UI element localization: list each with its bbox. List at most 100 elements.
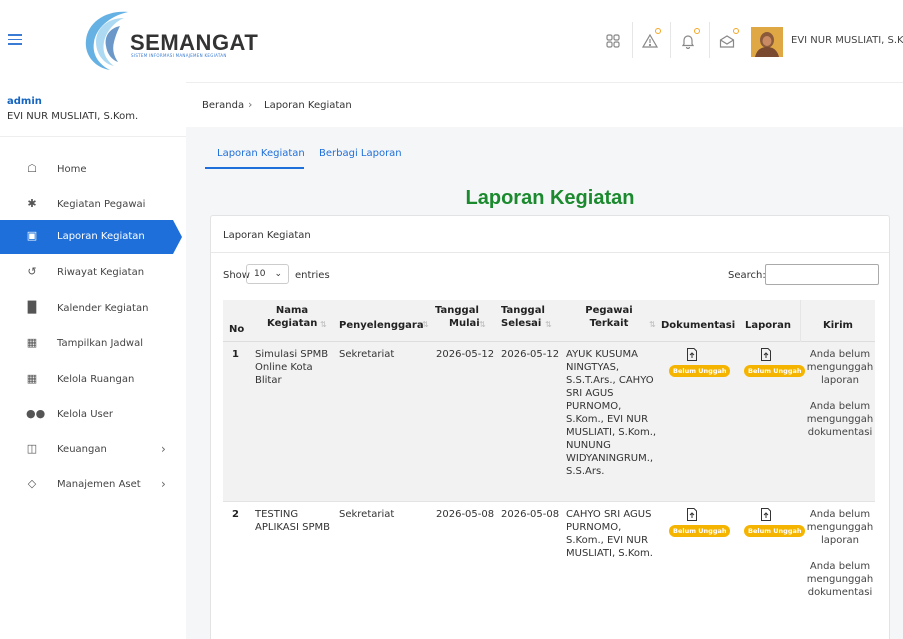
avatar[interactable] xyxy=(751,27,783,57)
cell-line: CAHYO SRI AGUS xyxy=(566,509,652,520)
header-username[interactable]: EVI NUR MUSLIATI, S.Kom xyxy=(791,35,903,46)
cell-line: Blitar xyxy=(255,375,282,386)
sidebar-item-home[interactable]: ☖ Home xyxy=(0,153,186,187)
search-label: Search: xyxy=(728,270,766,281)
cell-nama: Simulasi SPMB Online Kota Blitar xyxy=(255,348,328,387)
alert-icon[interactable] xyxy=(642,33,658,49)
cell-line: NUNUNG xyxy=(566,440,611,451)
cell-kirim: Anda belum mengunggah laporan Anda belum… xyxy=(801,348,879,439)
bell-badge-dot xyxy=(694,28,700,34)
chevron-right-icon: › xyxy=(248,98,253,111)
cell-pegawai: CAHYO SRI AGUS PURNOMO, S.Kom., EVI NUR … xyxy=(566,508,653,560)
building-icon: █ xyxy=(27,301,37,314)
header-divider xyxy=(632,22,633,58)
th-dokumentasi: Dokumentasi xyxy=(661,320,736,331)
cell-penyelenggara: Sekretariat xyxy=(339,509,395,520)
search-input[interactable] xyxy=(765,264,879,285)
th-selesai-line1[interactable]: Tanggal xyxy=(501,305,545,317)
table-row: 1 Simulasi SPMB Online Kota Blitar Sekre… xyxy=(223,342,875,502)
th-selesai-line2[interactable]: Selesai xyxy=(501,318,541,330)
dokumentasi-status-badge: Belum Unggah xyxy=(669,525,731,537)
cell-line: mengunggah xyxy=(806,522,874,533)
semangat-logo-icon xyxy=(85,11,128,70)
cell-line: S.S.Ars. xyxy=(566,466,605,477)
upload-file-icon[interactable] xyxy=(686,508,698,521)
upload-file-icon[interactable] xyxy=(686,348,698,361)
upload-file-icon[interactable] xyxy=(760,508,772,521)
sort-icon[interactable]: ⇅ xyxy=(545,320,552,329)
active-tab-indicator xyxy=(205,167,304,169)
cell-tanggal-mulai: 2026-05-12 xyxy=(436,349,495,360)
sidebar-item-label: Tampilkan Jadwal xyxy=(57,338,143,349)
sidebar-item-label: Kalender Kegiatan xyxy=(57,303,149,314)
cell-line: APLIKASI SPMB xyxy=(255,522,330,533)
sidebar-item-label: Kelola Ruangan xyxy=(57,374,135,385)
sidebar-item-label: Manajemen Aset xyxy=(57,479,141,490)
sidebar-item-kelola-user[interactable]: ●● Kelola User xyxy=(0,398,186,432)
th-pegawai-line1[interactable]: Pegawai xyxy=(579,305,639,317)
report-icon: ▣ xyxy=(26,229,38,242)
cell-line: WIDYANINGRUM., xyxy=(566,453,654,464)
mail-badge-dot xyxy=(733,28,739,34)
entries-select[interactable]: 10 ⌄ xyxy=(246,264,289,284)
table-header-row: No Nama Kegiatan ⇅ Penyelenggara ⇅ Tangg… xyxy=(223,300,875,342)
sidebar-item-keuangan[interactable]: ◫ Keuangan › xyxy=(0,433,186,467)
sort-icon[interactable]: ⇅ xyxy=(320,320,327,329)
sidebar-item-label: Riwayat Kegiatan xyxy=(57,267,145,278)
sort-icon[interactable]: ⇅ xyxy=(479,320,486,329)
laporan-status-badge: Belum Unggah xyxy=(744,365,806,377)
cell-line: S.Kom., EVI NUR xyxy=(566,535,649,546)
sidebar-item-label: Home xyxy=(57,164,87,175)
breadcrumb-home-link[interactable]: Beranda xyxy=(202,100,244,111)
page-title: Laporan Kegiatan xyxy=(465,187,635,209)
sidebar-item-riwayat-kegiatan[interactable]: ↺ Riwayat Kegiatan xyxy=(0,256,186,290)
cell-line: Anda belum xyxy=(809,509,871,520)
sidebar-item-manajemen-aset[interactable]: ◇ Manajemen Aset › xyxy=(0,468,186,502)
upload-file-icon[interactable] xyxy=(760,348,772,361)
sidebar-item-label: Laporan Kegiatan xyxy=(57,231,145,242)
cell-tanggal-selesai: 2026-05-08 xyxy=(501,509,560,520)
sort-icon[interactable]: ⇅ xyxy=(422,320,429,329)
users-icon: ●● xyxy=(26,407,46,420)
cell-kirim: Anda belum mengunggah laporan Anda belum… xyxy=(801,508,879,599)
th-pegawai-line2[interactable]: Terkait xyxy=(579,318,639,330)
cell-line: MUSLIATI, S.Kom. xyxy=(566,548,653,559)
chevron-right-icon: › xyxy=(161,442,166,456)
sidebar-item-label: Kegiatan Pegawai xyxy=(57,199,146,210)
cell-line: TESTING xyxy=(255,509,299,520)
cell-line: S.S.T.Ars., CAHYO xyxy=(566,375,654,386)
sort-icon[interactable]: ⇅ xyxy=(649,320,656,329)
tab-laporan-kegiatan[interactable]: Laporan Kegiatan xyxy=(217,148,305,159)
top-header: SEMANGAT SISTEM INFORMASI MANAJEMEN KEGI… xyxy=(0,0,903,82)
sidebar-item-kalender-kegiatan[interactable]: █ Kalender Kegiatan xyxy=(0,292,186,326)
bell-icon[interactable] xyxy=(680,33,696,49)
mail-icon[interactable] xyxy=(719,33,735,49)
cell-tanggal-selesai: 2026-05-12 xyxy=(501,349,560,360)
cell-spacer xyxy=(801,387,879,400)
grid-icon[interactable] xyxy=(605,33,621,49)
header-divider xyxy=(709,22,710,58)
th-penyelenggara[interactable]: Penyelenggara xyxy=(339,320,424,332)
th-nama-line1[interactable]: Nama xyxy=(267,305,317,317)
menu-toggle-icon[interactable] xyxy=(8,34,22,46)
cell-penyelenggara: Sekretariat xyxy=(339,349,395,360)
cell-spacer xyxy=(801,547,879,560)
box-icon: ◇ xyxy=(27,477,37,490)
cell-line: Anda belum xyxy=(809,561,871,572)
th-no[interactable]: No xyxy=(229,324,244,336)
th-mulai-line1[interactable]: Tanggal xyxy=(435,305,479,317)
sidebar-item-tampilkan-jadwal[interactable]: ▦ Tampilkan Jadwal xyxy=(0,327,186,361)
cell-line: Anda belum xyxy=(809,401,871,412)
cell-no: 1 xyxy=(232,349,239,360)
sidebar-item-kegiatan-pegawai[interactable]: ✱ Kegiatan Pegawai xyxy=(0,188,186,222)
cell-line: Anda belum xyxy=(809,349,871,360)
chevron-right-icon: › xyxy=(161,477,166,491)
sidebar-item-kelola-ruangan[interactable]: ▦ Kelola Ruangan xyxy=(0,363,186,397)
th-mulai-line2[interactable]: Mulai xyxy=(449,318,480,330)
th-laporan: Laporan xyxy=(745,320,791,331)
sidebar-user-name: EVI NUR MUSLIATI, S.Kom. xyxy=(7,111,139,122)
cell-line: PURNOMO, xyxy=(566,401,622,412)
tab-berbagi-laporan[interactable]: Berbagi Laporan xyxy=(319,148,402,159)
sidebar-item-laporan-kegiatan[interactable]: ▣ Laporan Kegiatan xyxy=(0,220,182,254)
th-nama-line2[interactable]: Kegiatan xyxy=(267,318,317,330)
